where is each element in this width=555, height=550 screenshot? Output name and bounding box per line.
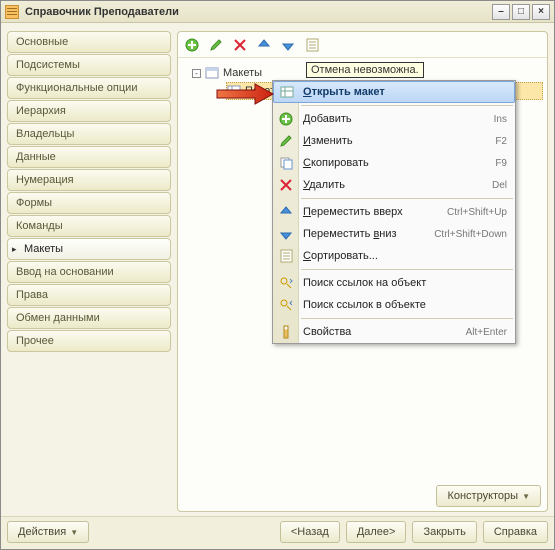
sidebar: ОсновныеПодсистемыФункциональные опцииИе… [7,31,171,512]
context-menu-shortcut: F2 [495,136,515,147]
app-icon [5,5,19,19]
layout-icon [227,85,241,97]
add-icon[interactable] [184,37,200,53]
next-button[interactable]: Далее> [346,521,407,543]
sidebar-item-5[interactable]: Данные [7,146,171,168]
close-button[interactable]: Закрыть [412,521,476,543]
actions-button[interactable]: Действия▼ [7,521,89,543]
minimize-button[interactable]: – [492,4,510,20]
context-menu-label: Свойства [303,326,466,338]
chevron-down-icon: ▼ [70,528,78,537]
context-menu-item-add[interactable]: ДобавитьIns [273,108,515,130]
footer-buttons: Действия▼ <Назад Далее> Закрыть Справка [1,516,554,549]
sidebar-item-10[interactable]: Ввод на основании [7,261,171,283]
context-menu-label: Добавить [303,113,494,125]
find-refs-in-icon [278,297,294,313]
context-menu-label: Изменить [303,135,495,147]
move-up-icon[interactable] [256,37,272,53]
open-layout-icon [279,84,295,100]
context-menu-item-find-refs-in[interactable]: Поиск ссылок в объекте [273,294,515,316]
tree-view[interactable]: - Макеты Печат Отмена невозможна. Открыт… [178,58,547,481]
context-menu-item-copy[interactable]: СкопироватьF9 [273,152,515,174]
context-menu-shortcut: Del [492,180,515,191]
sidebar-item-13[interactable]: Прочее [7,330,171,352]
back-button[interactable]: <Назад [280,521,340,543]
context-menu-item-edit[interactable]: ИзменитьF2 [273,130,515,152]
context-menu-label: Поиск ссылок на объект [303,277,507,289]
sidebar-item-6[interactable]: Нумерация [7,169,171,191]
sidebar-item-2[interactable]: Функциональные опции [7,77,171,99]
sidebar-item-12[interactable]: Обмен данными [7,307,171,329]
find-refs-to-icon [278,275,294,291]
context-menu: Открыть макетДобавитьInsИзменитьF2Скопир… [272,80,516,344]
close-window-button[interactable]: × [532,4,550,20]
toolbar [178,32,547,58]
main-panel: - Макеты Печат Отмена невозможна. Открыт… [177,31,548,512]
sidebar-item-9[interactable]: Макеты [7,238,171,260]
context-menu-shortcut: Ins [494,114,515,125]
context-menu-item-move-down[interactable]: Переместить внизCtrl+Shift+Down [273,223,515,245]
chevron-down-icon: ▼ [522,492,530,501]
properties-icon [278,324,294,340]
folder-icon [205,67,219,79]
context-menu-item-sort[interactable]: Сортировать... [273,245,515,267]
delete-icon [278,177,294,193]
context-menu-item-open-layout[interactable]: Открыть макет [273,81,515,103]
collapse-icon[interactable]: - [192,69,201,78]
edit-icon[interactable] [208,37,224,53]
context-menu-label: Удалить [303,179,492,191]
sidebar-item-4[interactable]: Владельцы [7,123,171,145]
window-title: Справочник Преподаватели [25,6,490,18]
constructors-row: Конструкторы▼ [178,481,547,511]
context-menu-separator [301,198,513,199]
context-menu-shortcut: Ctrl+Shift+Down [434,229,515,240]
move-down-icon [278,226,294,242]
list-icon[interactable] [304,37,320,53]
help-button[interactable]: Справка [483,521,548,543]
tooltip: Отмена невозможна. [306,62,424,78]
add-icon [278,111,294,127]
context-menu-label: Скопировать [303,157,495,169]
app-window: Справочник Преподаватели – □ × ОсновныеП… [0,0,555,550]
context-menu-label: Переместить вверх [303,206,447,218]
context-menu-separator [301,269,513,270]
context-menu-item-find-refs-to[interactable]: Поиск ссылок на объект [273,272,515,294]
edit-icon [278,133,294,149]
context-menu-separator [301,318,513,319]
titlebar: Справочник Преподаватели – □ × [1,1,554,23]
move-up-icon [278,204,294,220]
context-menu-label: Переместить вниз [303,228,434,240]
tree-item-label: Печат [245,85,275,97]
sidebar-item-7[interactable]: Формы [7,192,171,214]
sidebar-item-11[interactable]: Права [7,284,171,306]
sort-icon [278,248,294,264]
sidebar-item-3[interactable]: Иерархия [7,100,171,122]
context-menu-label: Сортировать... [303,250,507,262]
context-menu-item-move-up[interactable]: Переместить вверхCtrl+Shift+Up [273,201,515,223]
copy-icon [278,155,294,171]
context-menu-label: Открыть макет [303,86,506,98]
context-menu-item-properties[interactable]: СвойстваAlt+Enter [273,321,515,343]
constructors-button[interactable]: Конструкторы▼ [436,485,541,507]
sidebar-item-0[interactable]: Основные [7,31,171,53]
context-menu-separator [301,105,513,106]
move-down-icon[interactable] [280,37,296,53]
delete-icon[interactable] [232,37,248,53]
sidebar-item-1[interactable]: Подсистемы [7,54,171,76]
context-menu-shortcut: F9 [495,158,515,169]
sidebar-item-8[interactable]: Команды [7,215,171,237]
context-menu-item-delete[interactable]: УдалитьDel [273,174,515,196]
tree-root-label: Макеты [223,67,262,79]
context-menu-label: Поиск ссылок в объекте [303,299,507,311]
context-menu-shortcut: Alt+Enter [466,327,515,338]
maximize-button[interactable]: □ [512,4,530,20]
context-menu-shortcut: Ctrl+Shift+Up [447,207,515,218]
